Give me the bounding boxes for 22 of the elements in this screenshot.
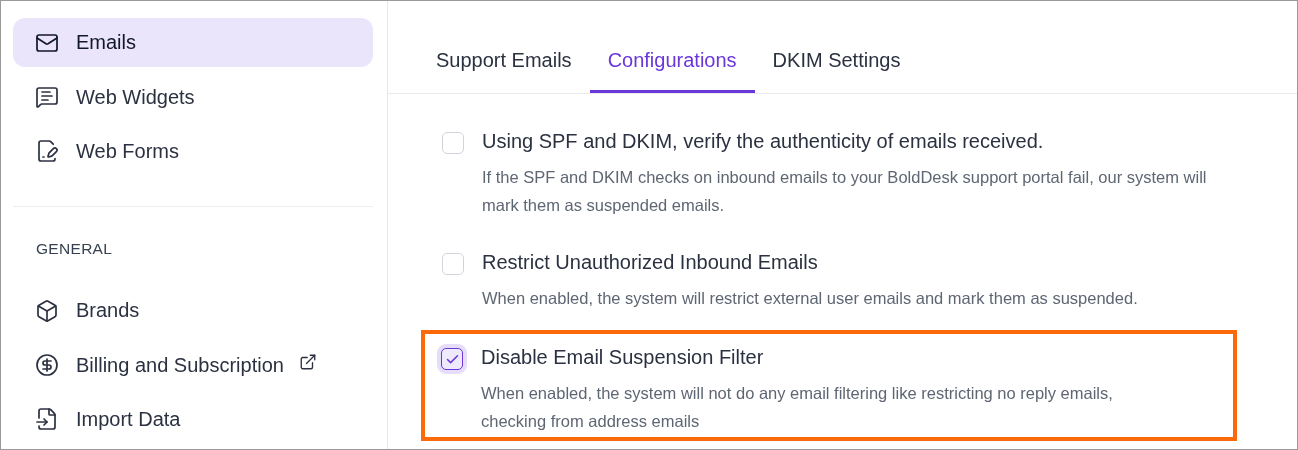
sidebar-item[interactable]: Web Forms xyxy=(13,126,373,177)
dollar-circle-icon xyxy=(35,353,59,377)
form-edit-icon xyxy=(35,139,59,164)
file-import-icon xyxy=(35,407,59,432)
section-heading: GENERAL xyxy=(35,239,114,258)
sidebar-item[interactable]: Brands xyxy=(13,286,373,336)
option-title: Restrict Unauthorized Inbound Emails xyxy=(482,251,819,274)
sidebar-item[interactable]: Web Widgets xyxy=(13,72,373,122)
option-description: If the SPF and DKIM checks on inbound emails to your BoldDesk support portal fail, our system will mark them as suspended emails. xyxy=(482,167,1208,216)
box-icon xyxy=(35,298,59,323)
option-description: When enabled, the system will not do any email filtering like restricting no reply emails, checking from address emails xyxy=(481,383,1114,432)
tab[interactable]: Configurations xyxy=(589,49,755,93)
sidebar-item[interactable]: Import Data xyxy=(13,394,373,444)
tab[interactable]: DKIM Settings xyxy=(754,49,919,93)
tab[interactable]: Support Emails xyxy=(418,49,590,93)
option-title: Using SPF and DKIM, verify the authenticity of emails received. xyxy=(482,130,1045,153)
sidebar-item[interactable]: Emails xyxy=(13,18,373,68)
chat-icon xyxy=(35,85,59,109)
sidebar-item[interactable]: Billing and Subscription xyxy=(13,340,373,390)
option-title: Disable Email Suspension Filter xyxy=(481,346,765,369)
external-link-icon xyxy=(298,353,317,371)
option-description: When enabled, the system will restrict external user emails and mark them as suspended. xyxy=(482,288,1138,309)
